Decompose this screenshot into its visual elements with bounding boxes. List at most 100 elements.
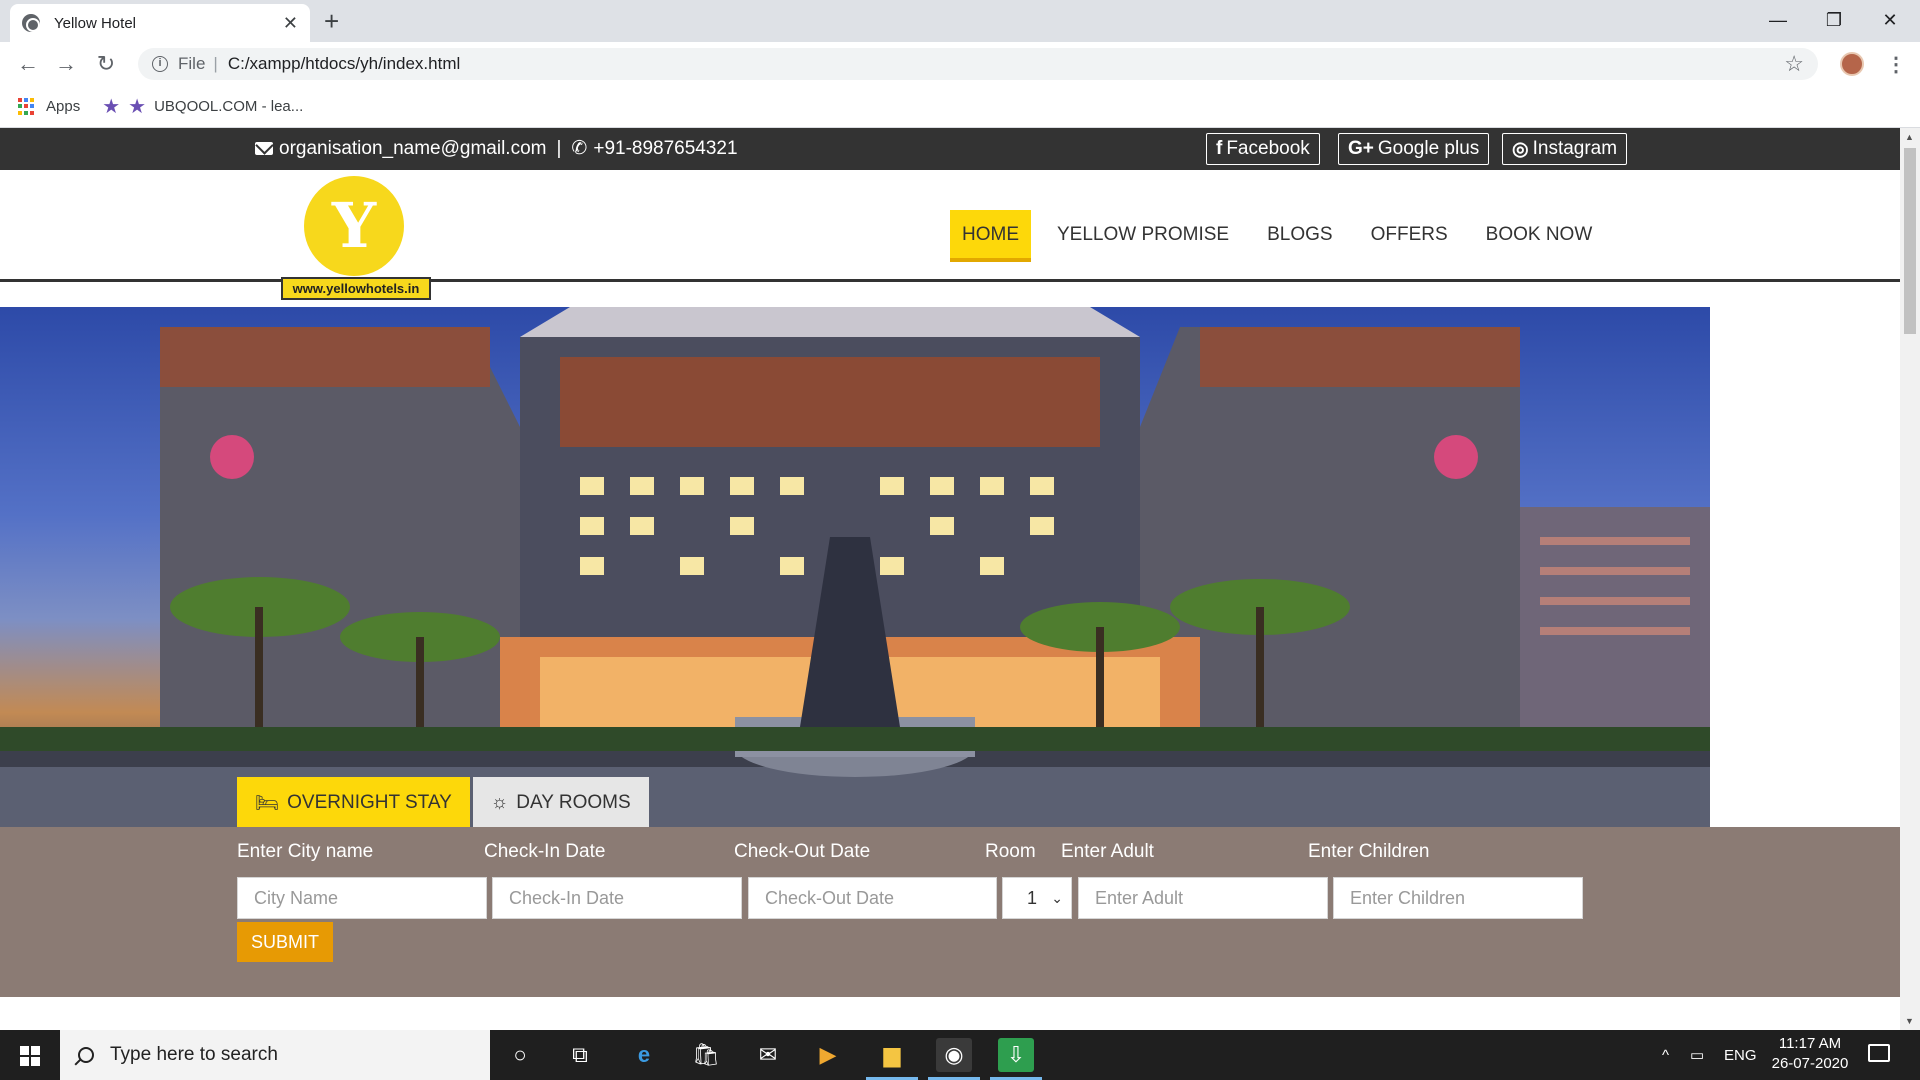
store-icon[interactable]: 🛍 [688,1038,724,1072]
bed-icon: 🛏 [255,793,280,814]
checkout-label: Check-Out Date [734,841,871,862]
page-scrollbar[interactable]: ▲ ▼ [1900,128,1920,1030]
room-label: Room [985,841,1036,862]
google-plus-button[interactable]: G+ Google plus [1338,133,1490,165]
submit-button[interactable]: SUBMIT [237,922,333,962]
nav-offers[interactable]: OFFERS [1359,210,1460,262]
search-icon [78,1047,94,1063]
url-separator: | [213,54,218,73]
url-text[interactable]: C:/xampp/htdocs/yh/index.html [228,54,460,74]
url-bar[interactable]: i File | C:/xampp/htdocs/yh/index.html ☆ [138,48,1818,80]
forward-arrow-icon[interactable]: → [52,50,80,78]
bookmark-apps-label: Apps [46,98,81,115]
clock-time: 11:17 AM [1778,1035,1842,1052]
tab-overnight-stay[interactable]: 🛏 OVERNIGHT STAY [237,777,470,827]
web-page: organisation_name@gmail.com | ✆ +91-8987… [0,128,1900,1030]
mail-icon[interactable]: ✉ [750,1038,786,1072]
contact-info: organisation_name@gmail.com | ✆ +91-8987… [255,137,738,160]
contact-strip: organisation_name@gmail.com | ✆ +91-8987… [0,128,1900,170]
taskbar-search-placeholder: Type here to search [110,1044,278,1065]
bookmark-ubqool-label: UBQOOL.COM - lea... [154,98,304,115]
hero-banner: 🛏 OVERNIGHT STAY ☼ DAY ROOMS [0,307,1710,827]
room-select-value: 1 [1027,888,1038,908]
windows-start-icon[interactable] [20,1046,40,1066]
site-header: Y www.yellowhotels.in HOME YELLOW PROMIS… [0,170,1900,300]
scrollbar-thumb[interactable] [1904,148,1916,334]
facebook-label: Facebook [1226,138,1310,159]
scroll-down-icon[interactable]: ▼ [1905,1016,1914,1026]
ubqool-star-icon: ★ [128,96,147,118]
browser-tab[interactable]: Yellow Hotel ✕ [10,4,310,42]
notification-icon[interactable] [1868,1044,1890,1062]
city-label: Enter City name [237,841,374,862]
phone-icon: ✆ [571,138,588,159]
url-scheme: File [178,54,206,73]
taskbar-search[interactable]: Type here to search [60,1030,490,1080]
contact-email[interactable]: organisation_name@gmail.com [279,138,546,160]
instagram-label: Instagram [1532,138,1618,159]
chrome-icon[interactable]: ◉ [936,1038,972,1072]
tab-day-rooms[interactable]: ☼ DAY ROOMS [472,777,649,827]
reload-icon[interactable]: ↻ [92,50,120,78]
checkin-input[interactable]: Check-In Date [492,877,742,919]
restore-button[interactable]: ❐ [1806,4,1862,36]
nav-book-now[interactable]: BOOK NOW [1474,210,1605,262]
checkout-input[interactable]: Check-Out Date [748,877,997,919]
system-clock[interactable]: 11:17 AM 26-07-2020 [1760,1034,1860,1074]
minimize-button[interactable]: — [1750,4,1806,36]
bookmark-apps[interactable]: Apps [18,97,81,116]
tab-day-rooms-label: DAY ROOMS [516,792,631,813]
contact-phone[interactable]: +91-8987654321 [593,138,737,160]
room-select[interactable]: 1 ⌄ [1002,877,1072,919]
tab-title: Yellow Hotel [54,14,136,32]
facebook-button[interactable]: f Facebook [1206,133,1320,165]
contact-divider: | [556,137,562,159]
bookmarks-bar: Apps ★ ★ UBQOOL.COM - lea... [0,86,1920,128]
cortana-icon[interactable]: ○ [502,1038,538,1072]
task-view-icon[interactable]: ⧉ [562,1038,598,1072]
google-plus-icon: G+ [1348,138,1374,159]
sun-icon: ☼ [490,792,509,813]
profile-avatar[interactable] [1840,52,1864,76]
bookmark-star-icon[interactable]: ☆ [1784,51,1804,77]
checkin-label: Check-In Date [484,841,606,862]
tab-overnight-label: OVERNIGHT STAY [287,792,452,813]
address-bar-row: ← → ↻ i File | C:/xampp/htdocs/yh/index.… [0,42,1920,86]
menu-kebab-icon[interactable]: ⋮ [1886,52,1906,77]
chevron-down-icon: ⌄ [1051,890,1063,906]
logo-mark[interactable]: Y [304,176,404,276]
screen: Yellow Hotel ✕ + — ❐ ✕ ← → ↻ i File | C:… [0,0,1920,1080]
adult-label: Enter Adult [1061,841,1154,862]
bookmark-ubqool[interactable]: ★ UBQOOL.COM - lea... [128,94,303,119]
new-tab-button[interactable]: + [324,6,339,37]
facebook-icon: f [1216,138,1223,159]
children-input[interactable]: Enter Children [1333,877,1583,919]
apps-grid-icon [18,97,36,116]
close-window-button[interactable]: ✕ [1862,4,1918,36]
logo-url[interactable]: www.yellowhotels.in [281,277,431,300]
nav-home[interactable]: HOME [950,210,1031,262]
envelope-icon [255,142,273,155]
download-app-icon[interactable]: ⇩ [998,1038,1034,1072]
battery-icon[interactable]: ▭ [1690,1030,1704,1080]
instagram-button[interactable]: ◎ Instagram [1502,133,1628,165]
nav-yellow-promise[interactable]: YELLOW PROMISE [1045,210,1241,262]
media-player-icon[interactable]: ▶ [810,1038,846,1072]
tray-chevron-icon[interactable]: ^ [1662,1030,1669,1080]
main-nav: HOME YELLOW PROMISE BLOGS OFFERS BOOK NO… [950,210,1618,262]
adult-input[interactable]: Enter Adult [1078,877,1328,919]
language-indicator[interactable]: ENG [1724,1030,1757,1080]
globe-icon [22,14,40,32]
info-icon[interactable]: i [152,56,168,72]
star-bookmark-icon[interactable]: ★ [102,94,120,119]
back-arrow-icon[interactable]: ← [14,50,42,78]
nav-blogs[interactable]: BLOGS [1255,210,1344,262]
city-input[interactable]: City Name [237,877,487,919]
file-explorer-icon[interactable]: ▆ [874,1038,910,1072]
edge-icon[interactable]: e [626,1038,662,1072]
children-label: Enter Children [1308,841,1430,862]
scroll-up-icon[interactable]: ▲ [1905,132,1914,142]
stay-type-tabs: 🛏 OVERNIGHT STAY ☼ DAY ROOMS [237,777,649,827]
booking-form: Enter City name Check-In Date Check-Out … [0,827,1900,997]
tab-close-icon[interactable]: ✕ [283,13,298,34]
